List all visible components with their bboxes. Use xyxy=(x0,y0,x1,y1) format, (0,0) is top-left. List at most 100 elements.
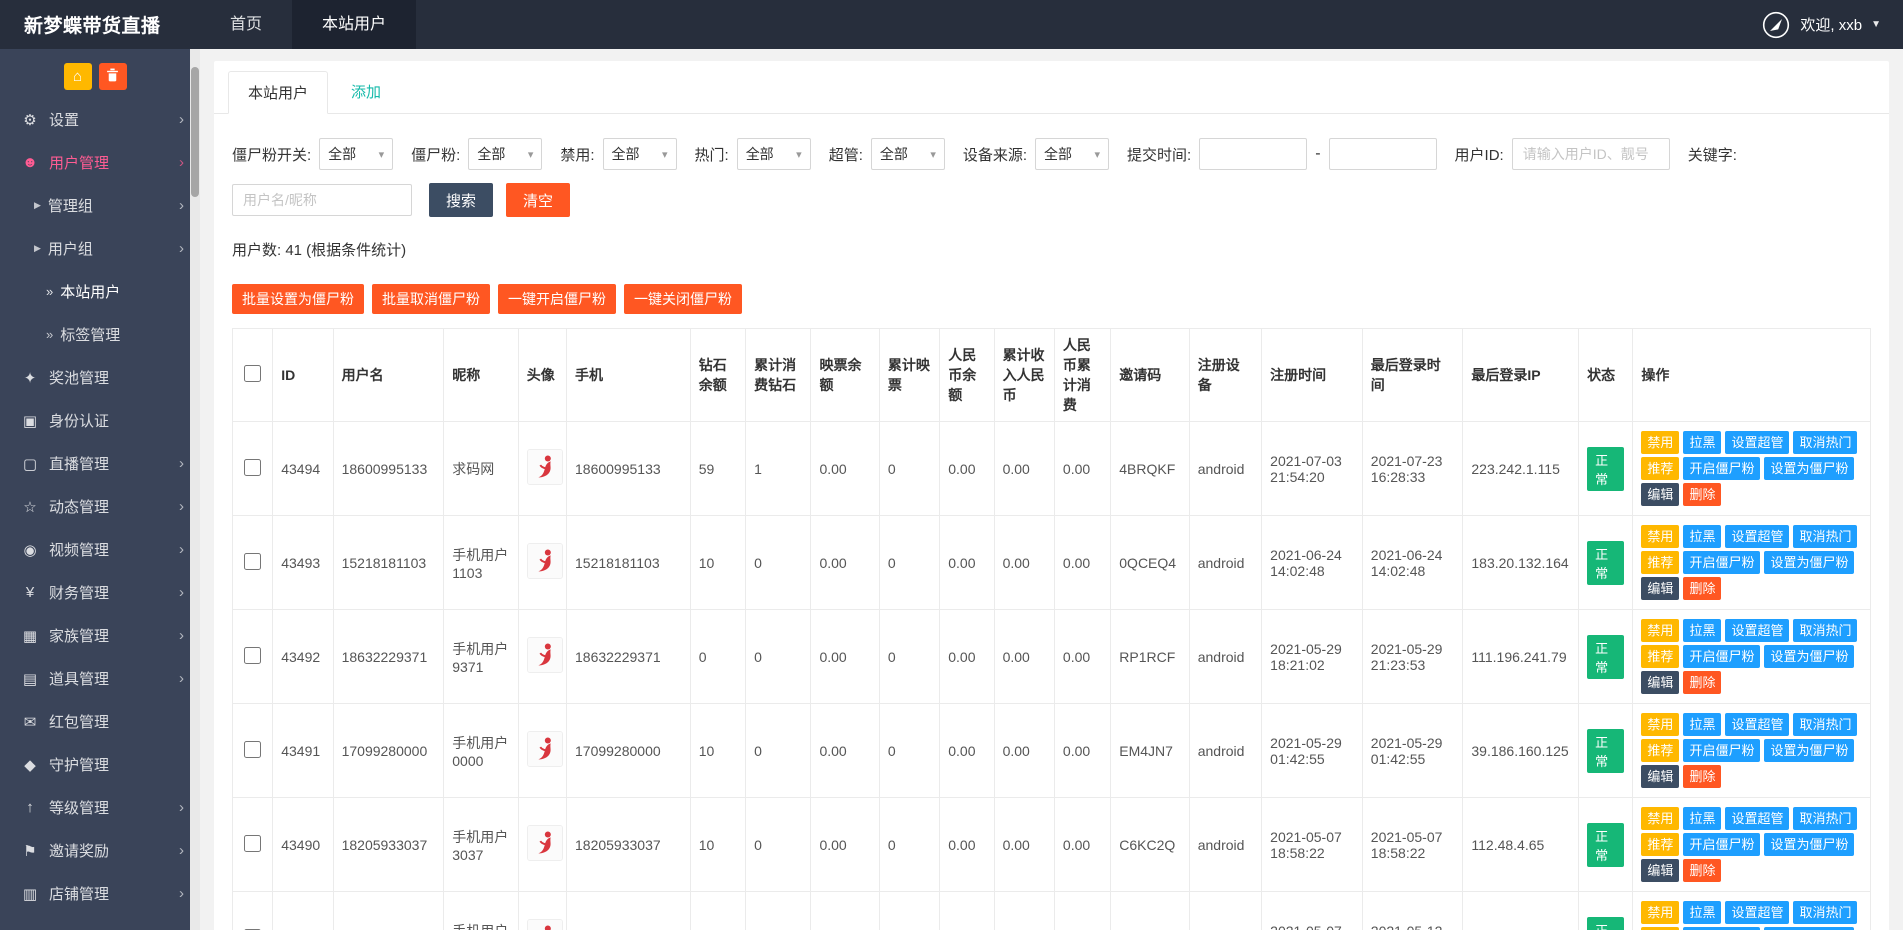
username-input[interactable] xyxy=(232,184,412,216)
submit-time-end-input[interactable] xyxy=(1329,138,1437,170)
filter-select-device-source[interactable]: 全部▾ xyxy=(1035,138,1109,170)
disable-button[interactable]: 禁用 xyxy=(1641,619,1679,642)
disable-button[interactable]: 禁用 xyxy=(1641,807,1679,830)
set-as-zombie-fan-button[interactable]: 设置为僵尸粉 xyxy=(1764,551,1854,574)
home-shortcut-button[interactable]: ⌂ xyxy=(64,63,92,90)
cancel-hot-button[interactable]: 取消热门 xyxy=(1793,807,1857,830)
enable-zombie-fan-button[interactable]: 开启僵尸粉 xyxy=(1683,833,1760,856)
blacklist-button[interactable]: 拉黑 xyxy=(1683,807,1721,830)
disable-all-zombie-fan-button[interactable]: 一键关闭僵尸粉 xyxy=(624,284,742,314)
recommend-button[interactable]: 推荐 xyxy=(1641,457,1679,480)
edit-button[interactable]: 编辑 xyxy=(1641,483,1679,506)
sidebar-item-prize-pool-management[interactable]: ✦奖池管理 xyxy=(0,356,200,399)
blacklist-button[interactable]: 拉黑 xyxy=(1683,525,1721,548)
sidebar-item-invite-rewards[interactable]: ⚑邀请奖励› xyxy=(0,829,200,872)
sidebar-item-admin-group[interactable]: ▶管理组› xyxy=(0,184,200,227)
enable-zombie-fan-button[interactable]: 开启僵尸粉 xyxy=(1683,457,1760,480)
recommend-button[interactable]: 推荐 xyxy=(1641,739,1679,762)
sidebar-item-video-management[interactable]: ◉视频管理› xyxy=(0,528,200,571)
tab-site-users[interactable]: 本站用户 xyxy=(228,71,328,114)
cancel-hot-button[interactable]: 取消热门 xyxy=(1793,525,1857,548)
row-checkbox[interactable] xyxy=(244,741,261,758)
set-super-admin-button[interactable]: 设置超管 xyxy=(1725,431,1789,454)
set-super-admin-button[interactable]: 设置超管 xyxy=(1725,619,1789,642)
sidebar-item-finance-management[interactable]: ¥财务管理› xyxy=(0,571,200,614)
filter-select-zombie-fan-switch[interactable]: 全部▾ xyxy=(319,138,393,170)
set-as-zombie-fan-button[interactable]: 设置为僵尸粉 xyxy=(1764,457,1854,480)
delete-button[interactable]: 删除 xyxy=(1683,577,1721,600)
set-super-admin-button[interactable]: 设置超管 xyxy=(1725,807,1789,830)
enable-zombie-fan-button[interactable]: 开启僵尸粉 xyxy=(1683,739,1760,762)
globe-icon[interactable] xyxy=(1761,10,1791,40)
sidebar-item-site-users[interactable]: »本站用户 xyxy=(0,270,200,313)
row-checkbox[interactable] xyxy=(244,553,261,570)
sidebar-item-props-management[interactable]: ▤道具管理› xyxy=(0,657,200,700)
batch-set-zombie-fan-button[interactable]: 批量设置为僵尸粉 xyxy=(232,284,364,314)
filter-select-zombie-fan[interactable]: 全部▾ xyxy=(468,138,542,170)
filter-select-hot[interactable]: 全部▾ xyxy=(737,138,811,170)
recommend-button[interactable]: 推荐 xyxy=(1641,645,1679,668)
select-all-checkbox[interactable] xyxy=(244,365,261,382)
cancel-hot-button[interactable]: 取消热门 xyxy=(1793,901,1857,924)
clear-button[interactable]: 清空 xyxy=(506,183,570,217)
sidebar-item-settings[interactable]: ⚙设置› xyxy=(0,98,200,141)
sidebar-item-identity-verification[interactable]: ▣身份认证 xyxy=(0,399,200,442)
edit-button[interactable]: 编辑 xyxy=(1641,671,1679,694)
enable-all-zombie-fan-button[interactable]: 一键开启僵尸粉 xyxy=(498,284,616,314)
delete-button[interactable]: 删除 xyxy=(1683,483,1721,506)
recommend-button[interactable]: 推荐 xyxy=(1641,833,1679,856)
sidebar-item-shop-management[interactable]: ▥店铺管理› xyxy=(0,872,200,915)
topnav-item-home[interactable]: 首页 xyxy=(200,0,292,49)
user-menu[interactable]: 欢迎, xxb ▼ xyxy=(1761,10,1903,40)
set-super-admin-button[interactable]: 设置超管 xyxy=(1725,901,1789,924)
delete-button[interactable]: 删除 xyxy=(1683,671,1721,694)
enable-zombie-fan-button[interactable]: 开启僵尸粉 xyxy=(1683,645,1760,668)
blacklist-button[interactable]: 拉黑 xyxy=(1683,619,1721,642)
blacklist-button[interactable]: 拉黑 xyxy=(1683,713,1721,736)
set-as-zombie-fan-button[interactable]: 设置为僵尸粉 xyxy=(1764,645,1854,668)
disable-button[interactable]: 禁用 xyxy=(1641,901,1679,924)
sidebar-item-moments-management[interactable]: ☆动态管理› xyxy=(0,485,200,528)
submit-time-start-input[interactable] xyxy=(1199,138,1307,170)
edit-button[interactable]: 编辑 xyxy=(1641,859,1679,882)
clear-cache-button[interactable] xyxy=(99,63,127,90)
delete-button[interactable]: 删除 xyxy=(1683,859,1721,882)
filter-select-disabled[interactable]: 全部▾ xyxy=(603,138,677,170)
set-super-admin-button[interactable]: 设置超管 xyxy=(1725,525,1789,548)
filter-select-super-admin[interactable]: 全部▾ xyxy=(871,138,945,170)
enable-zombie-fan-button[interactable]: 开启僵尸粉 xyxy=(1683,551,1760,574)
blacklist-button[interactable]: 拉黑 xyxy=(1683,901,1721,924)
row-checkbox[interactable] xyxy=(244,647,261,664)
disable-button[interactable]: 禁用 xyxy=(1641,713,1679,736)
edit-button[interactable]: 编辑 xyxy=(1641,577,1679,600)
set-as-zombie-fan-button[interactable]: 设置为僵尸粉 xyxy=(1764,833,1854,856)
search-button[interactable]: 搜索 xyxy=(429,183,493,217)
scrollbar-thumb[interactable] xyxy=(191,67,199,197)
sidebar-item-tag-management[interactable]: »标签管理 xyxy=(0,313,200,356)
sidebar-item-guardian-management[interactable]: ◆守护管理 xyxy=(0,743,200,786)
disable-button[interactable]: 禁用 xyxy=(1641,525,1679,548)
batch-cancel-zombie-fan-button[interactable]: 批量取消僵尸粉 xyxy=(372,284,490,314)
recommend-button[interactable]: 推荐 xyxy=(1641,551,1679,574)
cancel-hot-button[interactable]: 取消热门 xyxy=(1793,619,1857,642)
blacklist-button[interactable]: 拉黑 xyxy=(1683,431,1721,454)
row-checkbox[interactable] xyxy=(244,459,261,476)
sidebar-item-family-management[interactable]: ▦家族管理› xyxy=(0,614,200,657)
delete-button[interactable]: 删除 xyxy=(1683,765,1721,788)
cancel-hot-button[interactable]: 取消热门 xyxy=(1793,431,1857,454)
sidebar-item-live-management[interactable]: ▢直播管理› xyxy=(0,442,200,485)
row-checkbox[interactable] xyxy=(244,835,261,852)
sidebar-item-red-packet-management[interactable]: ✉红包管理 xyxy=(0,700,200,743)
sidebar-scrollbar[interactable] xyxy=(190,49,200,930)
user-id-input[interactable] xyxy=(1512,138,1670,170)
sidebar-item-user-group[interactable]: ▶用户组› xyxy=(0,227,200,270)
sidebar-item-user-management[interactable]: ☻用户管理› xyxy=(0,141,200,184)
cancel-hot-button[interactable]: 取消热门 xyxy=(1793,713,1857,736)
topnav-item-site-users[interactable]: 本站用户 xyxy=(292,0,416,49)
disable-button[interactable]: 禁用 xyxy=(1641,431,1679,454)
set-as-zombie-fan-button[interactable]: 设置为僵尸粉 xyxy=(1764,739,1854,762)
tab-add[interactable]: 添加 xyxy=(332,71,400,114)
set-super-admin-button[interactable]: 设置超管 xyxy=(1725,713,1789,736)
edit-button[interactable]: 编辑 xyxy=(1641,765,1679,788)
sidebar-item-level-management[interactable]: ↑等级管理› xyxy=(0,786,200,829)
